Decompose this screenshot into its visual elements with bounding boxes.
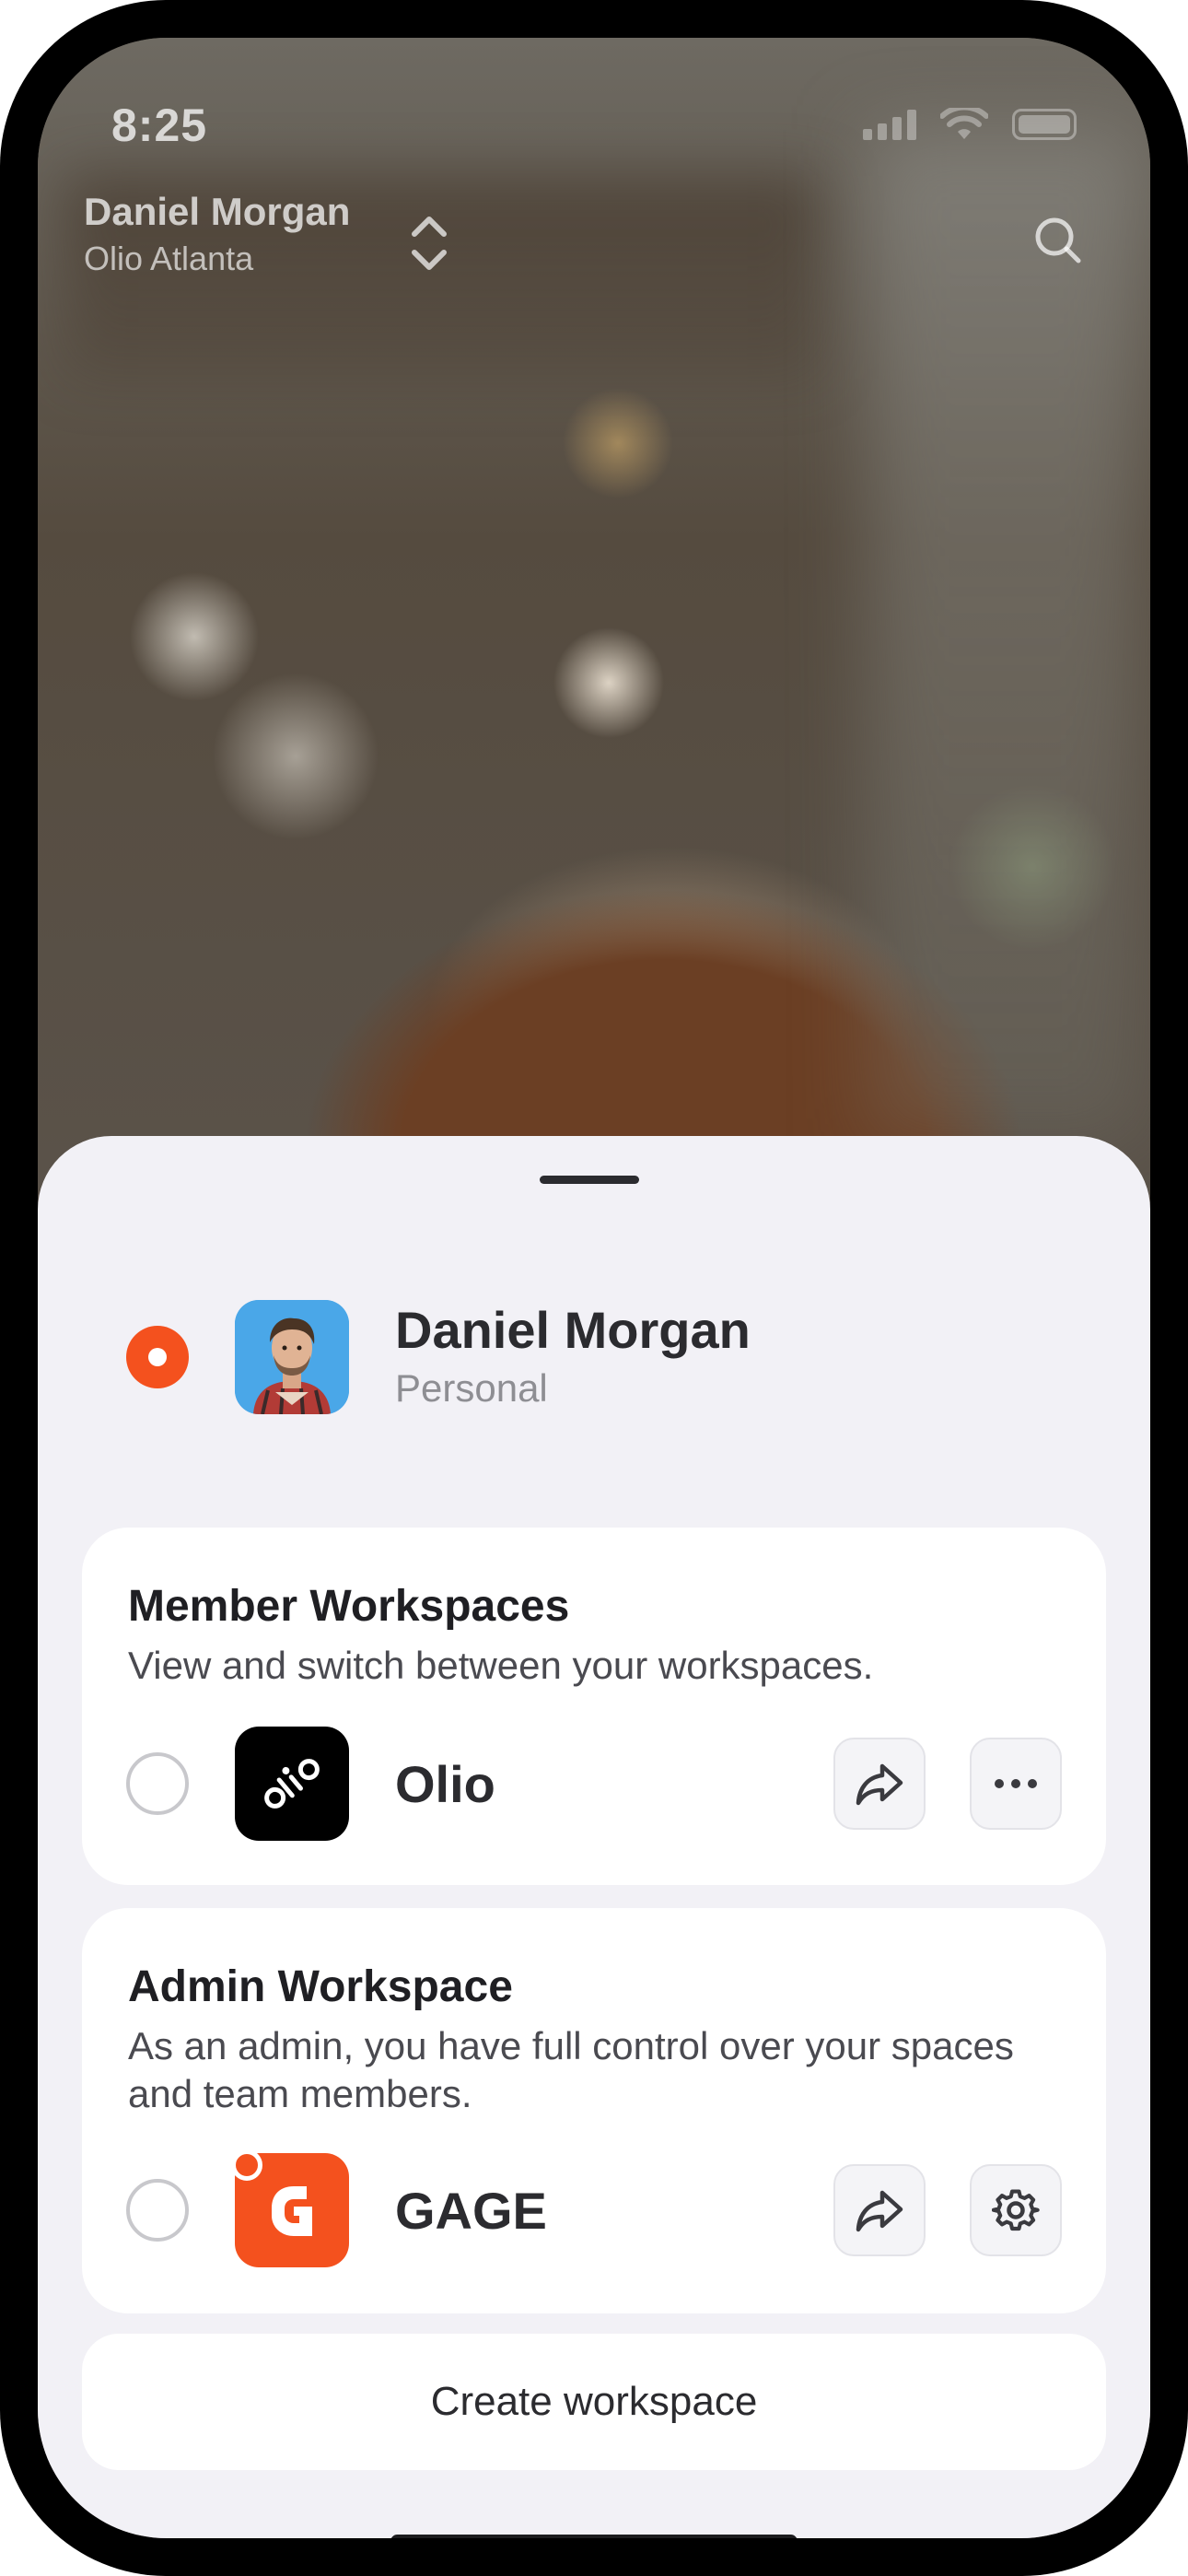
home-indicator (390, 2535, 798, 2538)
member-workspaces-title: Member Workspaces (128, 1582, 570, 1631)
chevron-up-down-icon[interactable] (406, 211, 452, 275)
olio-more-button[interactable] (970, 1738, 1062, 1830)
create-workspace-button[interactable]: Create workspace (82, 2334, 1106, 2470)
admin-workspace-title: Admin Workspace (128, 1962, 513, 2011)
gage-share-button[interactable] (833, 2164, 926, 2256)
device-frame: 8:25 Daniel Morgan Olio Atlanta Daniel M… (0, 0, 1188, 2576)
workspace-row-gage[interactable]: GAGE (82, 2149, 1106, 2267)
battery-icon (1012, 109, 1077, 140)
wifi-icon (940, 108, 988, 139)
screen: 8:25 Daniel Morgan Olio Atlanta Daniel M… (38, 38, 1150, 2538)
personal-type-label: Personal (395, 1366, 548, 1410)
olio-share-button[interactable] (833, 1738, 926, 1830)
header-user-name: Daniel Morgan (84, 190, 351, 233)
olio-logo-mark (264, 1759, 320, 1809)
account-switcher[interactable]: Daniel Morgan Olio Atlanta (84, 190, 350, 278)
member-workspaces-card: Member Workspaces View and switch betwee… (82, 1528, 1106, 1885)
gage-name: GAGE (395, 2182, 547, 2240)
admin-workspace-description: As an admin, you have full control over … (128, 2024, 1014, 2115)
status-bar: 8:25 (38, 38, 1150, 176)
gear-icon (992, 2189, 1040, 2231)
workspace-sheet: Daniel Morgan Personal Member Workspaces… (38, 1136, 1150, 2538)
olio-logo (235, 1727, 349, 1841)
admin-workspace-card: Admin Workspace As an admin, you have fu… (82, 1908, 1106, 2313)
share-icon (856, 1763, 903, 1806)
gage-settings-button[interactable] (970, 2164, 1062, 2256)
workspace-row-olio[interactable]: Olio (82, 1727, 1106, 1841)
personal-name: Daniel Morgan (395, 1301, 751, 1359)
olio-radio[interactable] (126, 1752, 189, 1815)
more-icon (995, 1779, 1037, 1788)
gage-radio[interactable] (126, 2179, 189, 2242)
personal-workspace-row[interactable]: Daniel Morgan Personal (38, 1300, 1150, 1414)
search-icon[interactable] (1031, 213, 1086, 268)
olio-name: Olio (395, 1755, 495, 1813)
personal-radio[interactable] (126, 1326, 189, 1388)
status-icons (863, 108, 1077, 141)
cellular-signal-icon (863, 109, 916, 140)
avatar (235, 1300, 349, 1414)
member-workspaces-description: View and switch between your workspaces. (128, 1644, 874, 1687)
header-location: Olio Atlanta (84, 240, 254, 277)
status-time: 8:25 (111, 100, 208, 151)
gage-notification-dot (231, 2149, 262, 2181)
sheet-grabber[interactable] (540, 1176, 639, 1184)
share-icon (856, 2190, 903, 2232)
avatar-photo (235, 1300, 349, 1414)
